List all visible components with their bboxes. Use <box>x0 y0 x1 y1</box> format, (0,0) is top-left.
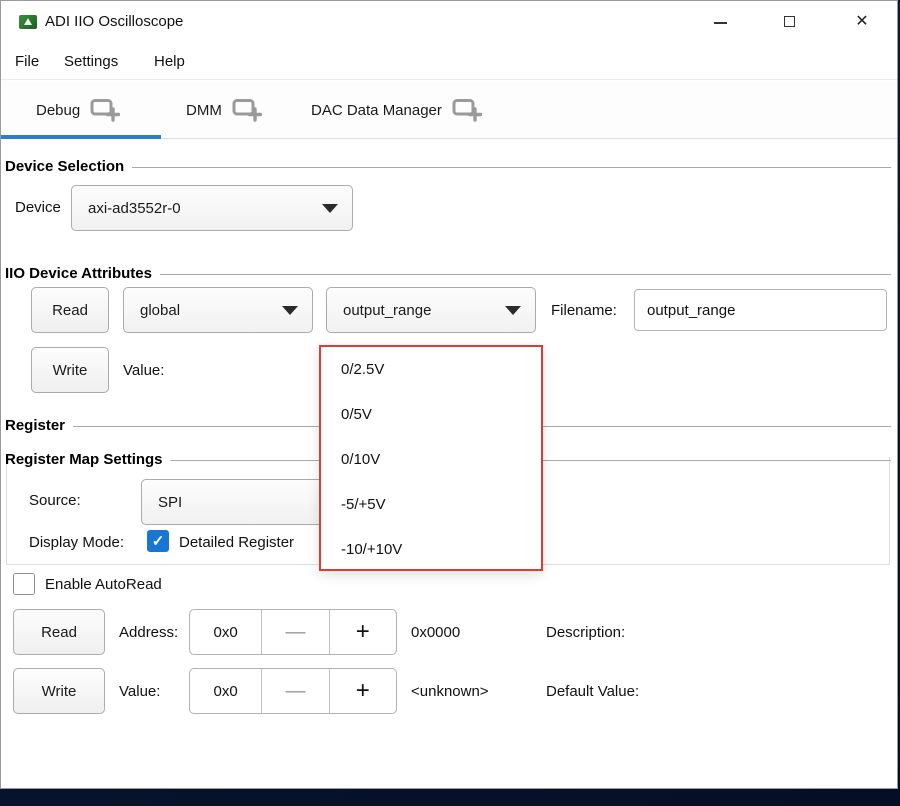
dropdown-option[interactable]: 0/5V <box>321 392 541 437</box>
tab-debug-label: Debug <box>36 102 80 119</box>
source-dropdown-value: SPI <box>158 494 182 511</box>
detach-tab-icon[interactable] <box>452 98 482 122</box>
app-window: ADI IIO Oscilloscope ✕ File Settings Hel… <box>0 0 898 789</box>
filename-label: Filename: <box>551 302 617 319</box>
display-mode-value-label: Detailed Register <box>179 534 294 551</box>
address-stepper: 0x0 — + <box>189 609 397 655</box>
attr-name-dropdown-value: output_range <box>343 302 431 319</box>
detach-tab-icon[interactable] <box>90 98 120 122</box>
close-button[interactable]: ✕ <box>836 1 888 43</box>
menu-file[interactable]: File <box>15 43 39 80</box>
value-decrement-button[interactable]: — <box>261 669 328 713</box>
iio-attributes-title: IIO Device Attributes <box>5 265 152 282</box>
register-write-button[interactable]: Write <box>13 668 105 714</box>
attr-scope-dropdown-value: global <box>140 302 180 319</box>
device-label: Device <box>15 199 61 216</box>
tab-debug[interactable]: Debug <box>36 81 120 139</box>
maximize-icon <box>784 16 795 27</box>
output-range-dropdown-menu: 0/2.5V 0/5V 0/10V -5/+5V -10/+10V <box>319 345 543 571</box>
attr-name-dropdown[interactable]: output_range <box>326 287 536 333</box>
device-selection-title: Device Selection <box>5 158 124 175</box>
maximize-button[interactable] <box>764 1 816 43</box>
value-stepper-value[interactable]: 0x0 <box>190 669 261 713</box>
enable-autoread-label: Enable AutoRead <box>45 576 162 593</box>
iio-attributes-section-header: IIO Device Attributes <box>5 264 891 282</box>
section-divider <box>160 274 891 275</box>
source-label: Source: <box>29 492 81 509</box>
device-selection-section-header: Device Selection <box>5 157 891 175</box>
display-mode-label: Display Mode: <box>29 534 124 551</box>
attr-scope-dropdown[interactable]: global <box>123 287 313 333</box>
chevron-down-icon <box>505 306 521 315</box>
display-mode-checkbox[interactable]: ✓ <box>147 530 169 552</box>
register-read-button[interactable]: Read <box>13 609 105 655</box>
close-icon: ✕ <box>836 1 888 43</box>
menu-bar: File Settings Help <box>1 43 897 80</box>
device-dropdown[interactable]: axi-ad3552r-0 <box>71 185 353 231</box>
tab-dmm[interactable]: DMM <box>186 81 262 139</box>
dropdown-option[interactable]: 0/2.5V <box>321 347 541 392</box>
chevron-down-icon <box>322 204 338 213</box>
dropdown-option[interactable]: -5/+5V <box>321 482 541 527</box>
title-bar: ADI IIO Oscilloscope ✕ <box>1 1 897 43</box>
dropdown-option[interactable]: -10/+10V <box>321 527 541 572</box>
attr-read-button[interactable]: Read <box>31 287 109 333</box>
address-stepper-value[interactable]: 0x0 <box>190 610 261 654</box>
register-map-settings-title: Register Map Settings <box>5 451 163 468</box>
value-stepper: 0x0 — + <box>189 668 397 714</box>
tab-dmm-label: DMM <box>186 102 222 119</box>
address-increment-button[interactable]: + <box>329 610 396 654</box>
minimize-icon <box>714 22 727 24</box>
tab-bar: Debug DMM DAC Data Manager <box>1 81 897 139</box>
window-title: ADI IIO Oscilloscope <box>45 1 183 43</box>
value-label: Value: <box>119 683 160 700</box>
menu-help[interactable]: Help <box>154 43 185 80</box>
minimize-button[interactable] <box>694 1 746 43</box>
chevron-down-icon <box>282 306 298 315</box>
address-label: Address: <box>119 624 178 641</box>
default-value-label: Default Value: <box>546 683 639 700</box>
filename-input[interactable] <box>634 289 887 331</box>
device-dropdown-value: axi-ad3552r-0 <box>88 200 181 217</box>
app-icon <box>19 15 37 29</box>
value-increment-button[interactable]: + <box>329 669 396 713</box>
dropdown-option[interactable]: 0/10V <box>321 437 541 482</box>
active-tab-indicator <box>1 135 161 139</box>
tab-dac-data-manager[interactable]: DAC Data Manager <box>311 81 482 139</box>
tab-dac-label: DAC Data Manager <box>311 102 442 119</box>
section-divider <box>132 167 891 168</box>
attr-value-label: Value: <box>123 362 164 379</box>
value-readout: <unknown> <box>411 683 489 700</box>
detach-tab-icon[interactable] <box>232 98 262 122</box>
register-title: Register <box>5 417 65 434</box>
menu-settings[interactable]: Settings <box>64 43 118 80</box>
address-decrement-button[interactable]: — <box>261 610 328 654</box>
attr-write-button[interactable]: Write <box>31 347 109 393</box>
description-label: Description: <box>546 624 625 641</box>
address-hex-readout: 0x0000 <box>411 624 460 641</box>
enable-autoread-checkbox[interactable] <box>13 573 35 595</box>
